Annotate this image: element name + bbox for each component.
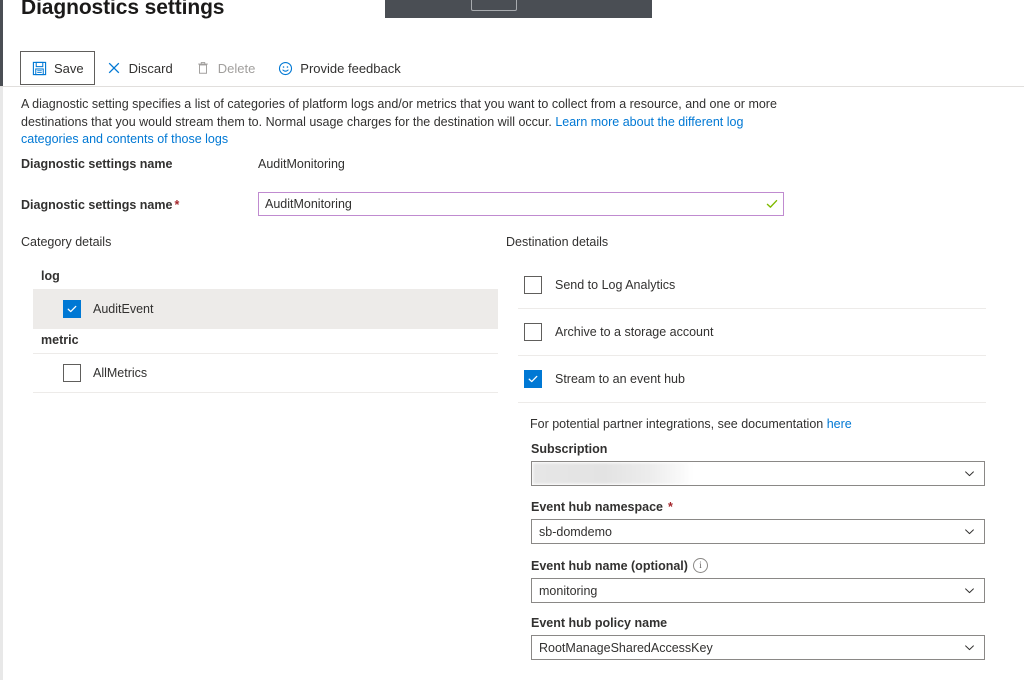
chevron-down-icon: [962, 467, 976, 481]
destination-row-log-analytics[interactable]: Send to Log Analytics: [518, 262, 986, 309]
event-hub-namespace-field: Event hub namespace * sb-domdemo: [531, 500, 985, 544]
readonly-name-label: Diagnostic settings name: [21, 157, 173, 171]
subscription-field: Subscription: [531, 442, 985, 486]
name-field-label-text: Diagnostic settings name: [21, 198, 173, 212]
top-window-chrome-overlay: [385, 0, 652, 18]
checkbox-stream-to-event-hub[interactable]: [524, 370, 542, 388]
name-input-container[interactable]: [258, 192, 784, 216]
event-hub-policy-name-field-label: Event hub policy name: [531, 616, 985, 630]
provide-feedback-button[interactable]: Provide feedback: [266, 51, 411, 85]
event-hub-policy-name-label-text: Event hub policy name: [531, 616, 668, 630]
destination-label-storage-account: Archive to a storage account: [555, 325, 714, 339]
destination-details-header: Destination details: [506, 235, 609, 249]
save-icon: [31, 60, 47, 76]
subscription-redacted-value: [533, 463, 693, 484]
chevron-down-icon: [962, 525, 976, 539]
destination-details-list: Send to Log Analytics Archive to a stora…: [518, 262, 986, 431]
page-title: Diagnostics settings: [21, 0, 225, 19]
command-bar-divider: [0, 86, 1024, 87]
category-group-label-metric: metric: [41, 333, 79, 347]
event-hub-name-label-text: Event hub name (optional): [531, 558, 688, 573]
event-hub-namespace-required-marker: *: [668, 500, 673, 514]
window-edge-dark-strip: [0, 0, 3, 86]
destination-row-event-hub[interactable]: Stream to an event hub: [518, 356, 986, 403]
destination-label-log-analytics: Send to Log Analytics: [555, 278, 676, 292]
event-hub-name-select[interactable]: monitoring: [531, 578, 985, 603]
name-field-label: Diagnostic settings name *: [21, 198, 179, 212]
partner-documentation-link[interactable]: here: [827, 417, 852, 431]
save-button[interactable]: Save: [20, 51, 95, 85]
destination-row-storage-account[interactable]: Archive to a storage account: [518, 309, 986, 356]
partner-integrations-note: For potential partner integrations, see …: [518, 403, 986, 431]
event-hub-namespace-label-text: Event hub namespace: [531, 500, 663, 514]
delete-button: Delete: [184, 51, 267, 85]
destination-label-event-hub: Stream to an event hub: [555, 372, 685, 386]
event-hub-name-field-label: Event hub name (optional) i: [531, 558, 985, 573]
smiley-icon: [277, 60, 293, 76]
event-hub-namespace-select-value: sb-domdemo: [539, 524, 612, 539]
command-bar: Save Discard Delete Provide feedback: [20, 51, 412, 85]
checkbox-auditevent[interactable]: [63, 300, 81, 318]
top-window-chrome-button-outline: [471, 0, 517, 11]
subscription-field-label-text: Subscription: [531, 442, 608, 456]
delete-button-label: Delete: [217, 60, 256, 76]
save-button-label: Save: [54, 60, 84, 76]
window-edge-light-strip: [0, 86, 3, 680]
category-row-allmetrics[interactable]: AllMetrics: [33, 353, 498, 393]
discard-button[interactable]: Discard: [95, 51, 184, 85]
category-row-label-auditevent: AuditEvent: [93, 302, 154, 316]
subscription-select[interactable]: [531, 461, 985, 486]
event-hub-name-field: Event hub name (optional) i monitoring: [531, 558, 985, 603]
name-field-required-marker: *: [174, 198, 180, 212]
event-hub-name-select-value: monitoring: [539, 583, 598, 598]
close-x-icon: [106, 60, 122, 76]
checkbox-archive-to-storage-account[interactable]: [524, 323, 542, 341]
green-check-icon: [761, 193, 783, 215]
trash-icon: [195, 60, 211, 76]
description-text: A diagnostic setting specifies a list of…: [21, 96, 791, 149]
category-details-header: Category details: [21, 235, 112, 249]
partner-integrations-note-text: For potential partner integrations, see …: [530, 417, 827, 431]
event-hub-policy-name-select[interactable]: RootManageSharedAccessKey: [531, 635, 985, 660]
event-hub-policy-name-field: Event hub policy name RootManageSharedAc…: [531, 616, 985, 660]
category-group-label-log: log: [41, 269, 60, 283]
readonly-name-value: AuditMonitoring: [258, 157, 345, 171]
chevron-down-icon: [962, 584, 976, 598]
info-circle-icon[interactable]: i: [692, 558, 708, 573]
subscription-field-label: Subscription: [531, 442, 985, 456]
event-hub-namespace-field-label: Event hub namespace *: [531, 500, 985, 514]
event-hub-policy-name-select-value: RootManageSharedAccessKey: [539, 640, 713, 655]
category-row-auditevent[interactable]: AuditEvent: [33, 289, 498, 329]
category-details-list: log AuditEvent metric AllMetrics: [33, 265, 498, 393]
checkbox-send-to-log-analytics[interactable]: [524, 276, 542, 294]
event-hub-namespace-select[interactable]: sb-domdemo: [531, 519, 985, 544]
provide-feedback-button-label: Provide feedback: [300, 60, 401, 76]
diagnostic-settings-name-input[interactable]: [259, 193, 761, 215]
checkbox-allmetrics[interactable]: [63, 364, 81, 382]
chevron-down-icon: [962, 641, 976, 655]
discard-button-label: Discard: [128, 60, 173, 76]
category-row-label-allmetrics: AllMetrics: [93, 366, 148, 380]
